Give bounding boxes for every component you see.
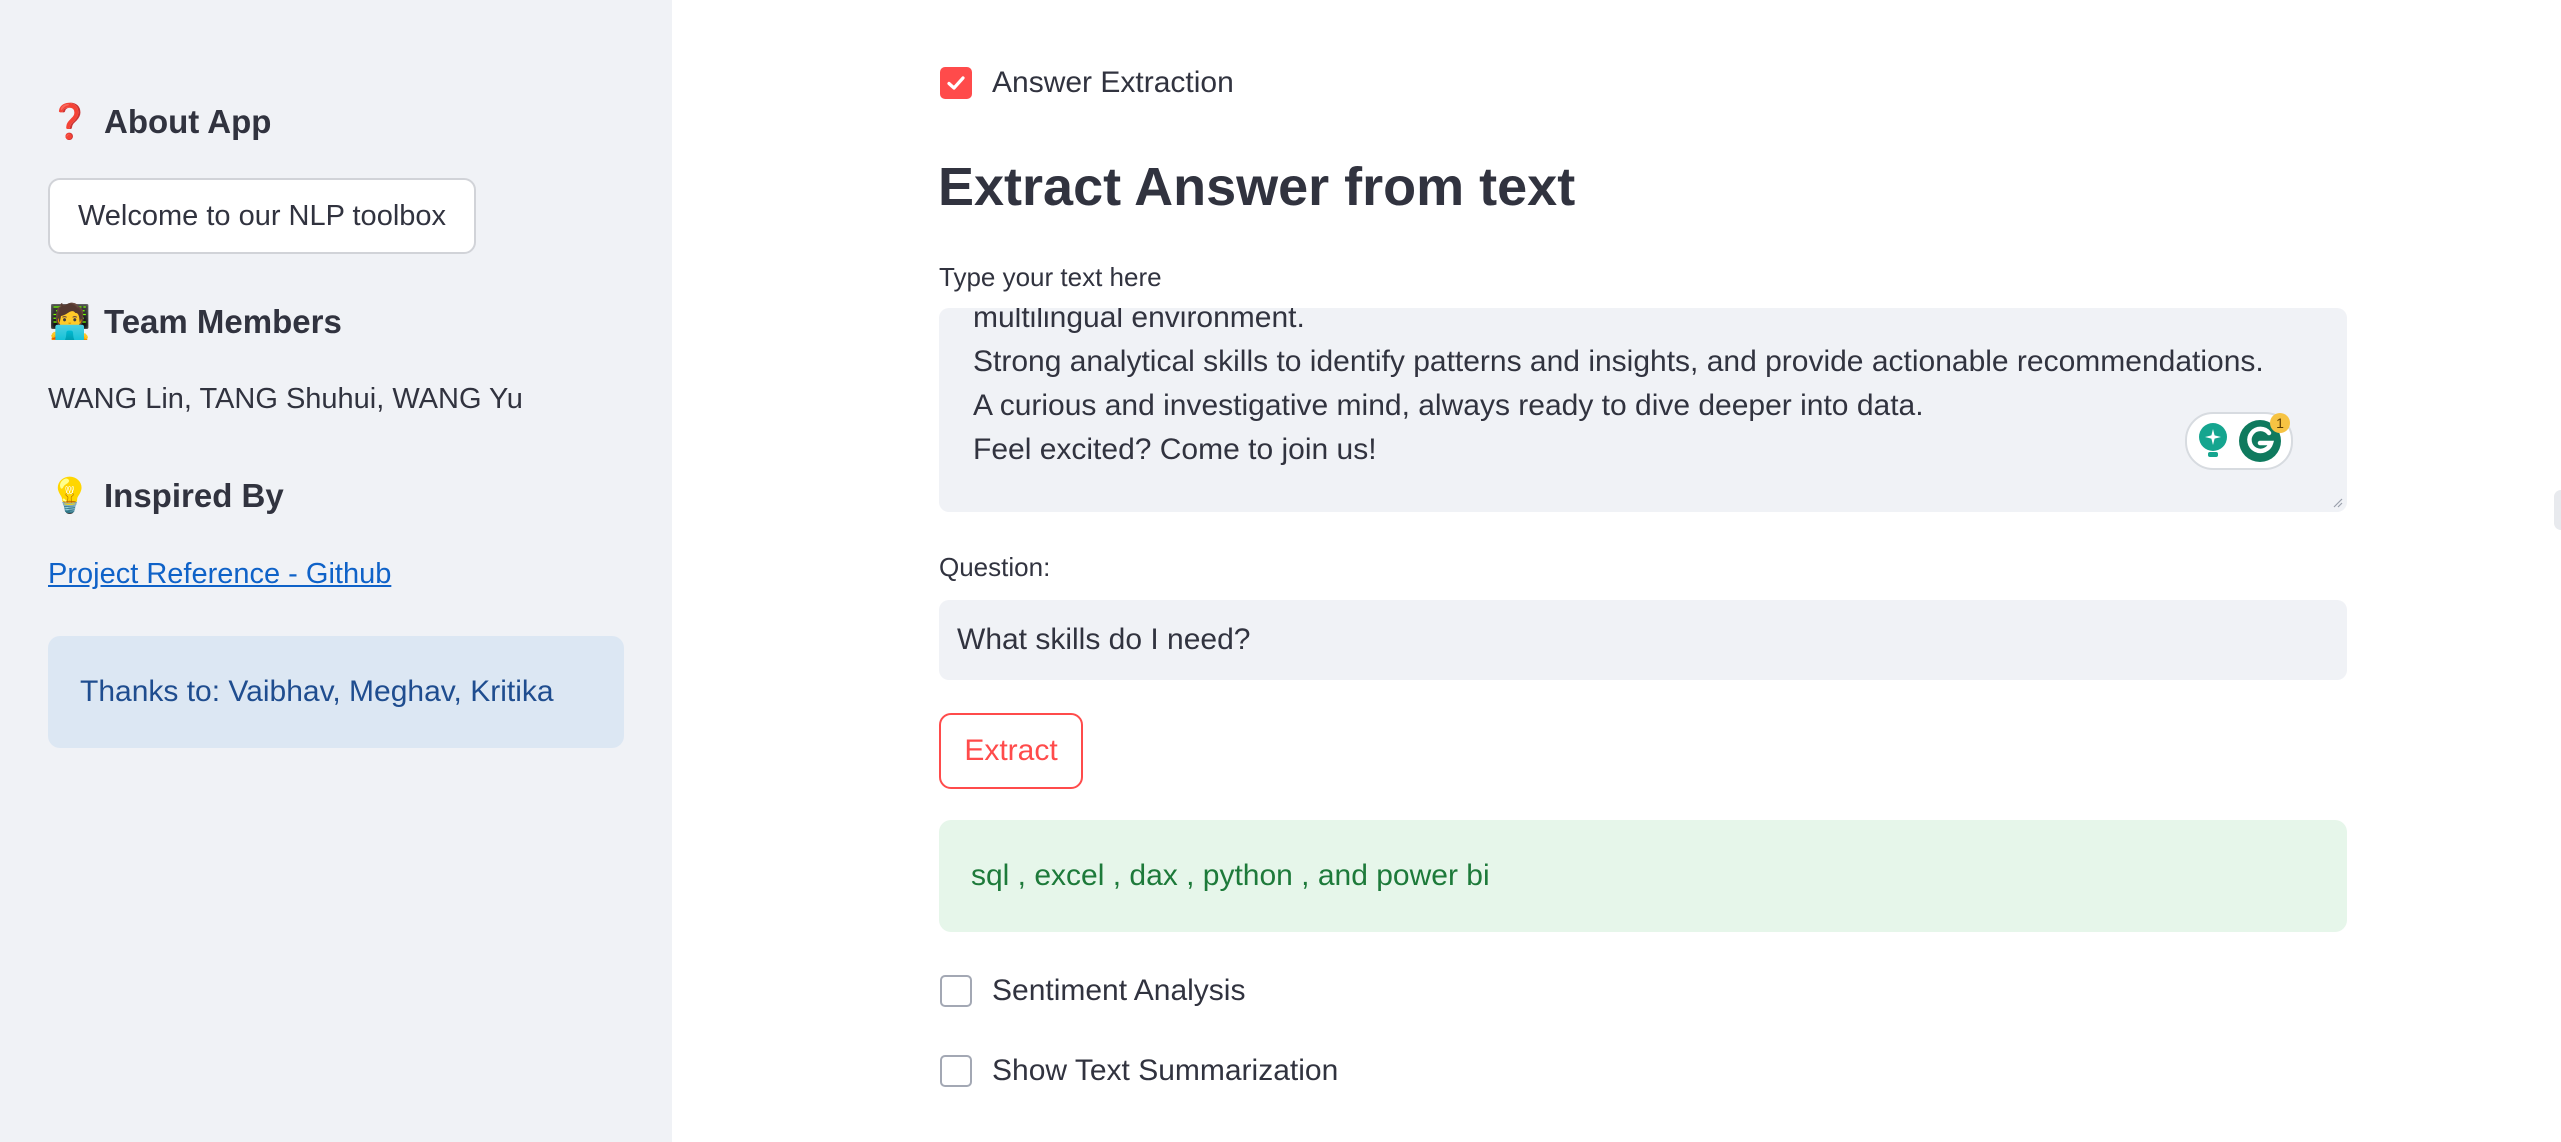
about-app-heading: ❓ About App xyxy=(48,102,272,142)
question-label: Question: xyxy=(939,552,1051,582)
thanks-info-box: Thanks to: Vaibhav, Meghav, Kritika xyxy=(48,636,624,748)
text-line: multilingual environment. xyxy=(973,308,1305,334)
sentiment-analysis-label: Sentiment Analysis xyxy=(992,974,1246,1007)
grammarly-widget[interactable]: 1 xyxy=(2185,412,2293,470)
text-line: Feel excited? Come to join us! xyxy=(973,433,1377,466)
grammarly-badge: 1 xyxy=(2270,413,2290,433)
scrollbar-edge[interactable] xyxy=(2554,490,2561,530)
checkbox-checked-icon[interactable] xyxy=(940,67,972,99)
team-members-heading: 🧑‍💻 Team Members xyxy=(48,302,342,342)
extract-button[interactable]: Extract xyxy=(939,713,1083,789)
inspired-by-title: Inspired By xyxy=(104,477,284,514)
answer-result-box: sql , excel , dax , python , and power b… xyxy=(939,820,2347,932)
grammarly-lightbulb-icon[interactable] xyxy=(2196,421,2230,461)
welcome-button[interactable]: Welcome to our NLP toolbox xyxy=(48,178,476,254)
text-input-area[interactable]: multilingual environment. Strong analyti… xyxy=(939,308,2347,512)
project-reference-link[interactable]: Project Reference - Github xyxy=(48,558,391,591)
team-members-list: WANG Lin, TANG Shuhui, WANG Yu xyxy=(48,383,523,415)
text-summarization-label: Show Text Summarization xyxy=(992,1054,1339,1087)
text-summarization-checkbox[interactable]: Show Text Summarization xyxy=(940,1054,1338,1088)
page-title: Extract Answer from text xyxy=(938,157,1576,217)
sidebar: ❓ About App Welcome to our NLP toolbox 🧑… xyxy=(0,0,672,1142)
checkbox-unchecked-icon[interactable] xyxy=(940,975,972,1007)
sentiment-analysis-checkbox[interactable]: Sentiment Analysis xyxy=(940,974,1245,1008)
team-members-title: Team Members xyxy=(104,303,342,340)
resize-handle-icon[interactable] xyxy=(2331,496,2343,508)
text-line: A curious and investigative mind, always… xyxy=(973,389,1924,422)
checkbox-unchecked-icon[interactable] xyxy=(940,1055,972,1087)
answer-extraction-checkbox[interactable]: Answer Extraction xyxy=(940,66,1234,100)
question-input[interactable]: What skills do I need? xyxy=(939,600,2347,680)
answer-extraction-label: Answer Extraction xyxy=(992,66,1234,99)
text-area-label: Type your text here xyxy=(939,262,1162,292)
grammarly-g-icon[interactable]: 1 xyxy=(2238,413,2290,463)
light-bulb-icon: 💡 xyxy=(48,477,92,515)
question-mark-icon: ❓ xyxy=(48,103,92,141)
inspired-by-heading: 💡 Inspired By xyxy=(48,476,284,516)
text-line: Strong analytical skills to identify pat… xyxy=(973,345,2264,378)
technologist-icon: 🧑‍💻 xyxy=(48,303,92,341)
about-app-title: About App xyxy=(104,103,272,140)
